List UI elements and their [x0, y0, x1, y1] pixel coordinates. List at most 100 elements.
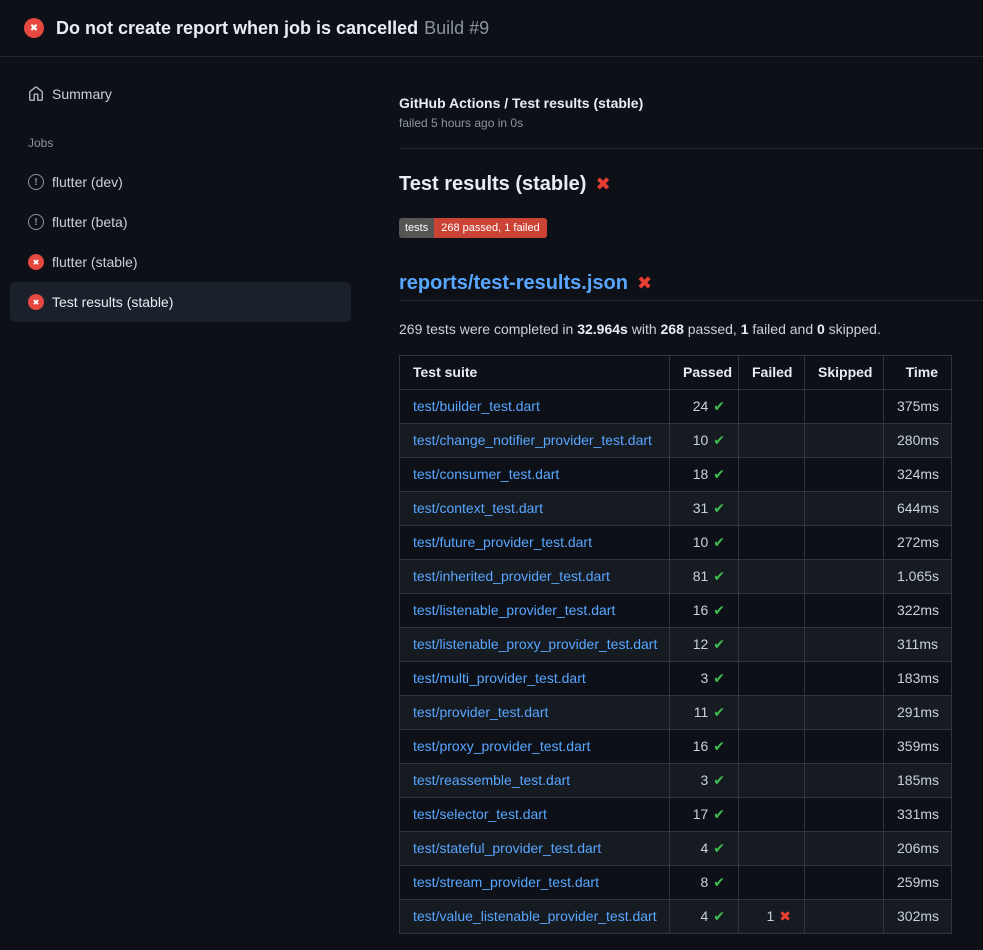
- tests-badge: tests 268 passed, 1 failed: [399, 218, 547, 238]
- table-row: test/provider_test.dart 11✔ 291ms: [400, 696, 952, 730]
- sidebar-item-test-results-stable[interactable]: ✖Test results (stable): [10, 282, 351, 322]
- test-suite-link[interactable]: test/context_test.dart: [413, 500, 543, 516]
- time-cell: 259ms: [884, 866, 952, 900]
- table-row: test/future_provider_test.dart10✔272ms: [400, 526, 952, 560]
- test-suite-cell: test/inherited_provider_test.dart: [400, 560, 670, 594]
- failed-cell: 1✖: [739, 900, 805, 934]
- time-cell: 311ms: [884, 628, 952, 662]
- test-suite-link[interactable]: test/stream_provider_test.dart: [413, 874, 599, 890]
- time-cell: 375ms: [884, 390, 952, 424]
- time-cell: 324ms: [884, 458, 952, 492]
- failed-x-icon: ✖: [637, 274, 652, 292]
- table-row: test/listenable_provider_test.dart16✔322…: [400, 594, 952, 628]
- failed-cell: [739, 526, 805, 560]
- table-row: test/context_test.dart 31✔ 644ms: [400, 492, 952, 526]
- passed-cell: 11✔: [670, 696, 739, 730]
- test-suite-link[interactable]: test/builder_test.dart: [413, 398, 540, 414]
- cross-icon: ✖: [779, 908, 791, 924]
- divider: [399, 148, 983, 149]
- time-cell: 183ms: [884, 662, 952, 696]
- check-icon: ✔: [713, 738, 725, 754]
- failed-cell: [739, 764, 805, 798]
- test-suite-cell: test/provider_test.dart: [400, 696, 670, 730]
- skipped-cell: [805, 798, 884, 832]
- table-row: test/builder_test.dart 24✔ 375ms: [400, 390, 952, 424]
- check-icon: ✔: [713, 398, 725, 414]
- test-suite-link[interactable]: test/multi_provider_test.dart: [413, 670, 586, 686]
- report-link[interactable]: reports/test-results.json: [399, 270, 628, 296]
- test-suite-cell: test/change_notifier_provider_test.dart: [400, 424, 670, 458]
- section-title: Test results (stable) ✖: [399, 171, 983, 197]
- check-icon: ✔: [713, 704, 725, 720]
- table-row: test/value_listenable_provider_test.dart…: [400, 900, 952, 934]
- test-suite-link[interactable]: test/listenable_proxy_provider_test.dart: [413, 636, 657, 652]
- check-icon: ✔: [713, 908, 725, 924]
- time-cell: 206ms: [884, 832, 952, 866]
- check-icon: ✔: [713, 840, 725, 856]
- check-icon: ✔: [713, 874, 725, 890]
- sidebar-item-flutter-beta[interactable]: ! flutter (beta): [10, 202, 351, 242]
- skipped-cell: [805, 560, 884, 594]
- test-suite-link[interactable]: test/reassemble_test.dart: [413, 772, 570, 788]
- build-number: Build #9: [424, 18, 489, 38]
- skipped-cell: [805, 730, 884, 764]
- build-title: Do not create report when job is cancell…: [56, 18, 489, 39]
- col-header-passed: Passed: [670, 356, 739, 390]
- time-cell: 644ms: [884, 492, 952, 526]
- breadcrumb: GitHub Actions / Test results (stable): [399, 94, 983, 112]
- failed-cell: [739, 492, 805, 526]
- test-suite-cell: test/selector_test.dart: [400, 798, 670, 832]
- job-label: flutter (dev): [52, 174, 123, 190]
- test-suite-cell: test/stream_provider_test.dart: [400, 866, 670, 900]
- time-cell: 322ms: [884, 594, 952, 628]
- test-suite-cell: test/proxy_provider_test.dart: [400, 730, 670, 764]
- home-icon: [28, 86, 44, 102]
- passed-cell: 12✔: [670, 628, 739, 662]
- failed-x-icon: ✖: [595, 175, 610, 193]
- sidebar-item-summary[interactable]: Summary: [10, 76, 351, 112]
- test-suite-link[interactable]: test/stateful_provider_test.dart: [413, 840, 601, 856]
- test-suite-link[interactable]: test/consumer_test.dart: [413, 466, 559, 482]
- test-suite-link[interactable]: test/selector_test.dart: [413, 806, 547, 822]
- skipped-cell: [805, 662, 884, 696]
- passed-cell: 18✔: [670, 458, 739, 492]
- test-suite-link[interactable]: test/inherited_provider_test.dart: [413, 568, 610, 584]
- test-suite-link[interactable]: test/proxy_provider_test.dart: [413, 738, 590, 754]
- summary-duration: 32.964s: [577, 321, 628, 337]
- passed-cell: 4✔: [670, 832, 739, 866]
- table-row: test/selector_test.dart17✔331ms: [400, 798, 952, 832]
- test-suite-link[interactable]: test/future_provider_test.dart: [413, 534, 592, 550]
- main-content: GitHub Actions / Test results (stable) f…: [383, 57, 983, 934]
- skipped-cell: [805, 696, 884, 730]
- skipped-cell: [805, 458, 884, 492]
- check-icon: ✔: [713, 466, 725, 482]
- sidebar-item-flutter-dev[interactable]: ! flutter (dev): [10, 162, 351, 202]
- jobs-heading: Jobs: [28, 136, 351, 150]
- passed-cell: 10✔: [670, 526, 739, 560]
- results-table: Test suite Passed Failed Skipped Time te…: [399, 355, 952, 934]
- section-title-text: Test results (stable): [399, 171, 586, 197]
- cancelled-icon: !: [28, 174, 44, 190]
- passed-cell: 24✔: [670, 390, 739, 424]
- time-cell: 291ms: [884, 696, 952, 730]
- passed-cell: 31✔: [670, 492, 739, 526]
- table-row: test/stateful_provider_test.dart 4✔ 206ms: [400, 832, 952, 866]
- passed-cell: 4✔: [670, 900, 739, 934]
- sidebar-item-flutter-stable[interactable]: ✖flutter (stable): [10, 242, 351, 282]
- test-suite-link[interactable]: test/provider_test.dart: [413, 704, 548, 720]
- summary-prefix: 269 tests were completed in: [399, 321, 577, 337]
- col-header-test-suite: Test suite: [400, 356, 670, 390]
- time-cell: 331ms: [884, 798, 952, 832]
- skipped-cell: [805, 866, 884, 900]
- check-icon: ✔: [713, 636, 725, 652]
- test-suite-link[interactable]: test/listenable_provider_test.dart: [413, 602, 615, 618]
- test-suite-link[interactable]: test/change_notifier_provider_test.dart: [413, 432, 652, 448]
- cancelled-icon: !: [28, 214, 44, 230]
- table-row: test/change_notifier_provider_test.dart1…: [400, 424, 952, 458]
- check-icon: ✔: [713, 500, 725, 516]
- job-label: flutter (beta): [52, 214, 127, 230]
- test-suite-cell: test/context_test.dart: [400, 492, 670, 526]
- failed-cell: [739, 560, 805, 594]
- test-suite-link[interactable]: test/value_listenable_provider_test.dart: [413, 908, 657, 924]
- check-icon: ✔: [713, 670, 725, 686]
